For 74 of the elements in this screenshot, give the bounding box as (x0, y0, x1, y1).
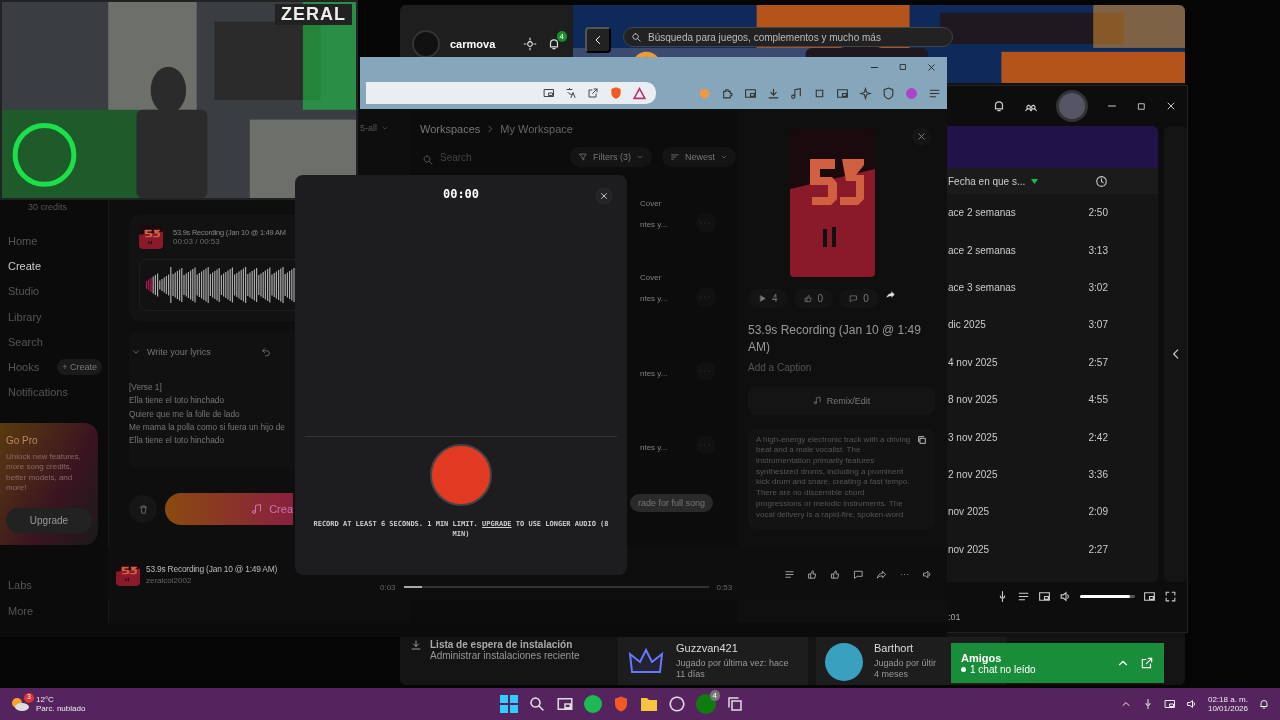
create-hook-button[interactable]: + Create (57, 359, 102, 376)
elapsed-time: :01 (948, 612, 961, 622)
nav-item[interactable]: More (8, 604, 34, 617)
lyrics-label[interactable]: Write your lyrics (147, 347, 255, 357)
nav-item[interactable]: Notifications (8, 386, 68, 399)
track-duration: 3:07 (1088, 319, 1108, 331)
notification-badge: 4 (709, 690, 720, 701)
track-duration: 2:27 (1088, 543, 1108, 555)
track-title: 53.9s Recording (Jan 10 @ 1:49 AM) (146, 563, 279, 574)
nav-item[interactable]: Create (8, 259, 42, 272)
date-added: nov 2025 (948, 506, 990, 518)
date-added: 8 nov 2025 (948, 394, 998, 406)
nav-item[interactable]: Labs (8, 579, 32, 592)
install-queue-link[interactable]: Lista de espera de instalación Administrar instalaciones reciente (430, 639, 580, 685)
total-time: 0:53 (716, 582, 733, 592)
overlay-label: ZERAL (275, 4, 352, 25)
date-added: ace 3 semanas (948, 281, 1016, 293)
track-duration: 2:09 (1088, 506, 1108, 518)
date-added: ace 2 semanas (948, 207, 1016, 219)
elapsed-time: 0:03 (380, 582, 396, 592)
clock-time[interactable]: 02:18 a. m. (1207, 695, 1248, 704)
friends-chat-toast[interactable]: Amigos 1 chat no leído (951, 643, 1164, 683)
song-tag: Cover (640, 273, 690, 282)
play-count[interactable]: 4 (748, 289, 788, 308)
upgrade-button[interactable]: Upgrade (6, 507, 92, 533)
clock-date[interactable]: 10/01/2026 (1207, 704, 1248, 713)
notification-badge: 4 (556, 31, 567, 42)
column-header[interactable]: Fecha en que s... (948, 175, 1026, 187)
username: carmova (450, 38, 497, 50)
search-field[interactable]: Búsqueda para juegos, complementos y mucho más (623, 27, 953, 47)
track-duration: 2:42 (1088, 431, 1108, 443)
nav-item[interactable]: Hooks (8, 361, 40, 374)
weather-text: Parc. nublado (36, 704, 86, 713)
date-added: 3 nov 2025 (948, 431, 998, 443)
song-title: 53.9s Recording (Jan 10 @ 1:49 AM) (748, 322, 922, 356)
song-description: ntes y... (640, 220, 669, 229)
artist-name: zeralcol2002 (146, 575, 193, 585)
sort-button[interactable]: Newest (662, 147, 736, 167)
caption-link[interactable]: Add a Caption (748, 361, 935, 373)
credits-count: 30 credits (28, 202, 69, 214)
dropdown[interactable]: 5-all (360, 123, 377, 133)
date-added: 2 nov 2025 (948, 468, 998, 480)
date-added: dic 2025 (948, 319, 986, 331)
promo-title: Go Pro (6, 435, 39, 447)
nav-item[interactable]: Studio (8, 285, 40, 298)
track-duration: 2:57 (1088, 356, 1108, 368)
like-count[interactable]: 0 (793, 289, 834, 308)
breadcrumb-link[interactable]: Workspaces (420, 123, 481, 135)
date-added: nov 2025 (948, 543, 990, 555)
friend-card[interactable]: Guzzvan421 Jugado por última vez: hace 11 días (618, 637, 808, 685)
temperature: 12°C (36, 695, 55, 704)
track-duration: 4:55 (1088, 394, 1108, 406)
nav-item[interactable]: Home (8, 234, 38, 247)
song-description: ntes y... (640, 443, 669, 452)
date-added: 4 nov 2025 (948, 356, 998, 368)
filters-button[interactable]: Filters (3) (570, 147, 652, 167)
song-description: ntes y... (640, 369, 669, 378)
nav-item[interactable]: Library (8, 310, 42, 323)
song-description: ntes y... (640, 294, 669, 303)
track-duration: 3:02 (1088, 281, 1108, 293)
promo-text: Unlock new features, more song credits, better models, and more! (6, 452, 82, 494)
track-duration: 3:13 (1088, 244, 1108, 256)
comment-count[interactable]: 0 (839, 289, 879, 308)
create-song-button[interactable]: Crea (165, 493, 293, 525)
remix-button[interactable]: Remix/Edit (748, 386, 935, 415)
breadcrumb-current: My Workspace (500, 123, 573, 135)
track-duration: 2:50 (1088, 207, 1108, 219)
recording-timer: 00:00 (442, 187, 480, 201)
track-duration: 3:36 (1088, 468, 1108, 480)
song-tag: Cover (640, 199, 690, 208)
date-added: ace 2 semanas (948, 244, 1016, 256)
nav-item[interactable]: Search (8, 335, 43, 348)
recording-time: 00:03 / 00:53 (173, 237, 221, 246)
upgrade-banner[interactable]: rade for full song (630, 494, 714, 512)
